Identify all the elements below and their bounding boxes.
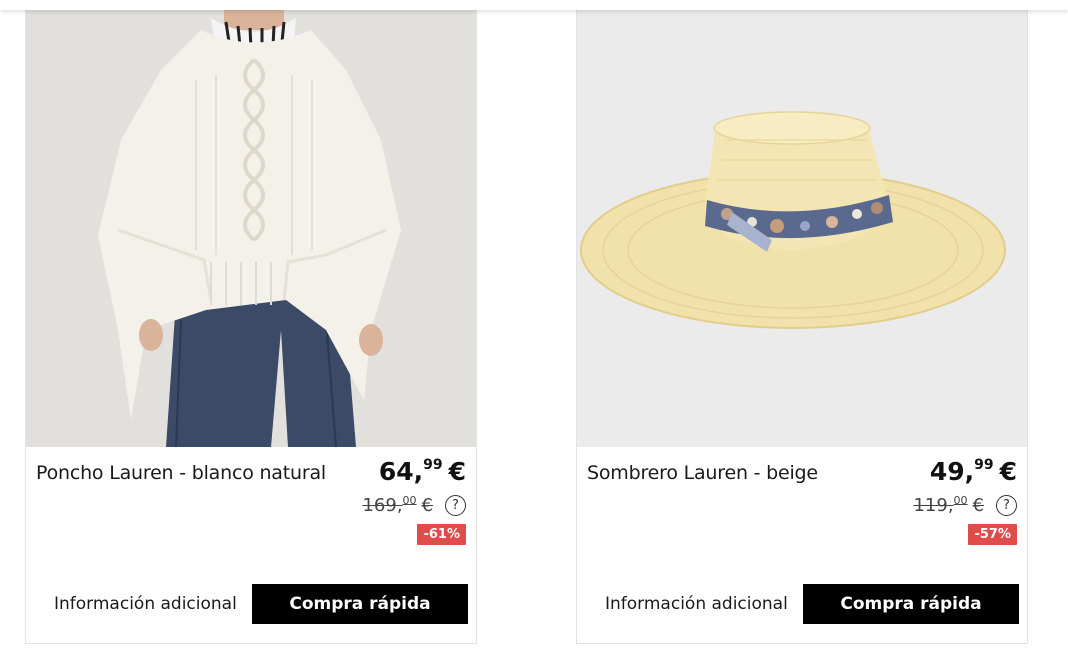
question-circle-icon[interactable]: ? [996, 494, 1017, 516]
old-price-row: 169,00 € ? [362, 494, 466, 516]
product-name[interactable]: Poncho Lauren - blanco natural [36, 462, 326, 484]
discount-badge: -61% [417, 524, 466, 545]
old-price-decimals: 00 [953, 494, 968, 507]
quick-buy-button[interactable]: Compra rápida [803, 584, 1019, 624]
top-header-bar [0, 0, 1068, 10]
old-price: 119,00 € [913, 494, 984, 516]
product-name[interactable]: Sombrero Lauren - beige [587, 462, 818, 484]
old-price-integer: 119 [913, 495, 948, 516]
price-decimals: 99 [423, 457, 443, 473]
old-price-currency: € [421, 495, 433, 516]
product-card-poncho[interactable]: Poncho Lauren - blanco natural 64,99 € 16… [25, 0, 477, 644]
price-integer: 64 [378, 457, 414, 486]
more-info-link[interactable]: Información adicional [54, 594, 237, 614]
question-circle-icon[interactable]: ? [445, 494, 466, 516]
old-price-row: 119,00 € ? [913, 494, 1017, 516]
price-integer: 49 [929, 457, 965, 486]
old-price-integer: 169 [362, 495, 397, 516]
price-currency: € [999, 457, 1017, 486]
quick-buy-button[interactable]: Compra rápida [252, 584, 468, 624]
old-price-currency: € [972, 495, 984, 516]
product-image-hat[interactable] [577, 0, 1027, 447]
old-price: 169,00 € [362, 494, 433, 516]
discount-badge: -57% [968, 524, 1017, 545]
price-currency: € [448, 457, 466, 486]
current-price: 49,99 € [929, 457, 1017, 486]
product-image-poncho[interactable] [26, 0, 476, 447]
product-card-hat[interactable]: Sombrero Lauren - beige 49,99 € 119,00 € ?… [576, 0, 1028, 644]
current-price: 64,99 € [378, 457, 466, 486]
old-price-decimals: 00 [402, 494, 417, 507]
price-decimals: 99 [974, 457, 994, 473]
more-info-link[interactable]: Información adicional [605, 594, 788, 614]
